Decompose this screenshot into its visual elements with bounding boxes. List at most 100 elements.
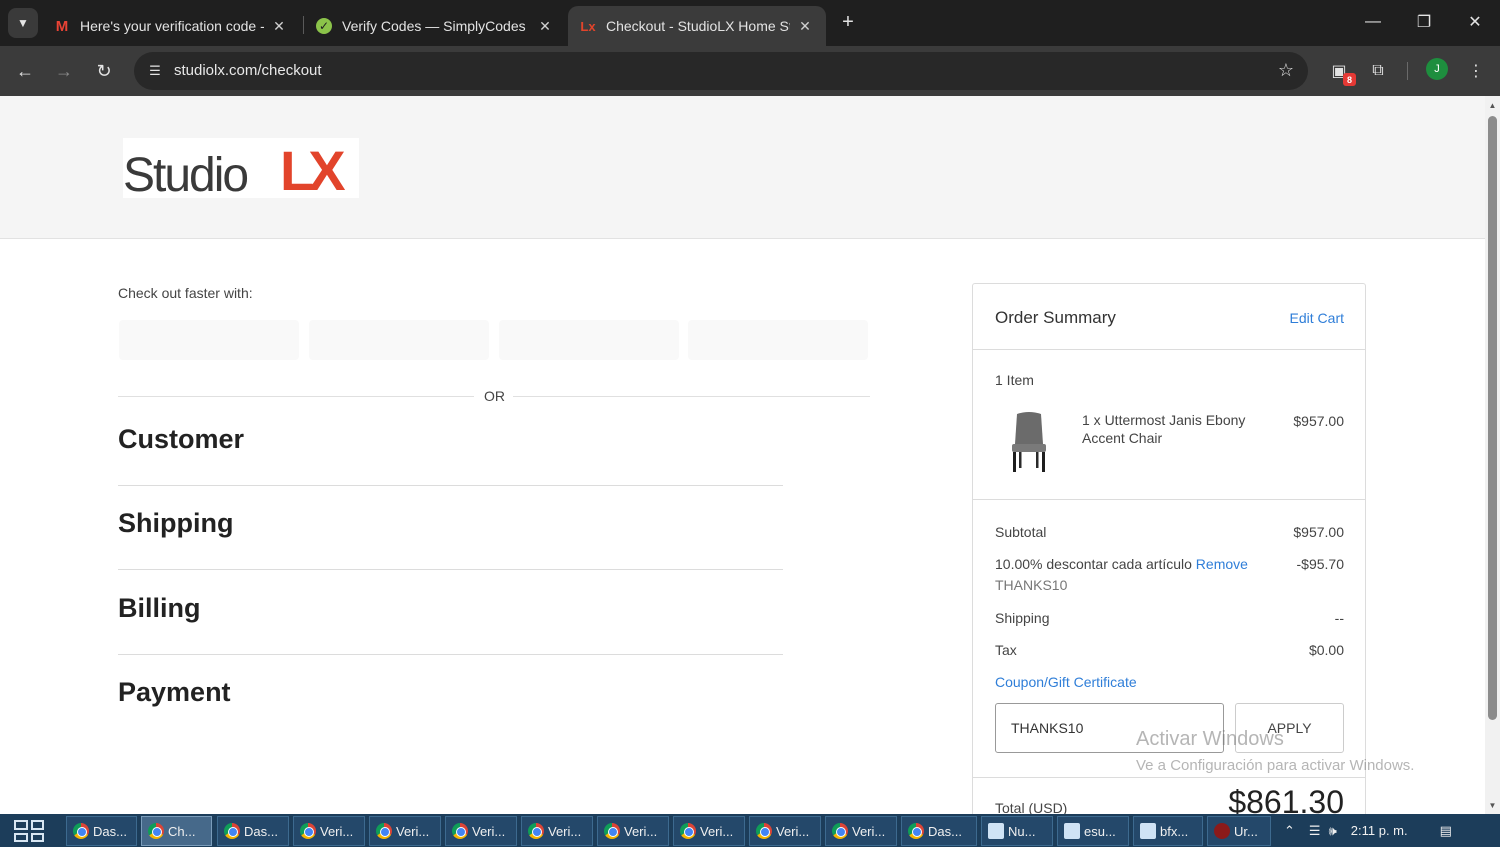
chrome-icon <box>604 823 620 839</box>
wallet-button-1[interactable] <box>119 320 299 360</box>
notifications-icon[interactable]: ▤ <box>1440 823 1452 839</box>
taskbar-app[interactable]: Ch... <box>141 816 212 846</box>
close-icon: ✕ <box>1468 14 1482 31</box>
taskbar-app[interactable]: Veri... <box>293 816 365 846</box>
discount-row: 10.00% descontar cada artículo Remove <box>995 556 1248 572</box>
taskbar-app[interactable]: Veri... <box>597 816 669 846</box>
taskbar-app[interactable]: Veri... <box>369 816 441 846</box>
discount-label: 10.00% descontar cada artículo <box>995 556 1192 572</box>
minimize-button[interactable]: — <box>1348 0 1398 44</box>
address-bar[interactable]: ☰ studiolx.com/checkout ☆ <box>134 52 1308 90</box>
subtotal-value: $957.00 <box>1293 524 1344 540</box>
profile-avatar[interactable]: J <box>1426 58 1448 80</box>
step-billing[interactable]: Billing <box>118 571 783 655</box>
restore-button[interactable]: ❐ <box>1399 0 1449 44</box>
taskbar-app-label: Veri... <box>548 823 582 839</box>
close-window-button[interactable]: ✕ <box>1450 0 1500 44</box>
taskbar-app-label: Das... <box>93 823 127 839</box>
taskbar-app[interactable]: Ur... <box>1207 816 1271 846</box>
browser-tab-strip: ▼ M Here's your verification code - j ✕ … <box>0 0 1500 46</box>
tab-title: Checkout - StudioLX Home Stor <box>606 18 790 34</box>
taskbar-app[interactable]: Veri... <box>445 816 517 846</box>
chrome-icon <box>452 823 468 839</box>
site-info-icon[interactable]: ☰ <box>142 58 168 84</box>
plus-icon: + <box>842 10 854 33</box>
close-icon[interactable]: ✕ <box>796 18 814 35</box>
chrome-icon <box>224 823 240 839</box>
extension-badge: 8 <box>1343 73 1356 86</box>
studiolx-logo[interactable]: Studio LX <box>123 138 359 202</box>
chevron-up-icon[interactable]: ⌃ <box>1284 823 1295 839</box>
remove-discount-link[interactable]: Remove <box>1196 556 1248 572</box>
taskbar-app[interactable]: Das... <box>901 816 977 846</box>
reload-button[interactable]: ↻ <box>89 56 119 86</box>
windows-activation-watermark: Activar Windows <box>1136 728 1284 750</box>
windows-grid-icon <box>14 832 28 842</box>
edit-cart-link[interactable]: Edit Cart <box>1290 310 1344 326</box>
tab-checkout[interactable]: Lx Checkout - StudioLX Home Stor ✕ <box>568 6 826 46</box>
taskbar-app[interactable]: Veri... <box>749 816 821 846</box>
taskbar-app[interactable]: Das... <box>66 816 137 846</box>
volume-icon[interactable]: 🕪 <box>1329 823 1337 839</box>
taskbar-app[interactable]: Veri... <box>673 816 745 846</box>
taskbar-app[interactable]: bfx... <box>1133 816 1203 846</box>
restore-icon: ❐ <box>1416 14 1432 31</box>
arrow-right-icon: → <box>55 60 73 81</box>
tab-simplycodes[interactable]: ✓ Verify Codes — SimplyCodes ✕ <box>304 6 566 46</box>
subtotal-label: Subtotal <box>995 524 1047 540</box>
shipping-value: -- <box>1334 610 1344 626</box>
chrome-icon <box>908 823 924 839</box>
step-title: Billing <box>118 593 201 623</box>
product-chair-image <box>1012 412 1046 472</box>
total-value: $861.30 <box>1228 784 1344 814</box>
taskbar-app-label: Veri... <box>776 823 810 839</box>
tab-gmail[interactable]: M Here's your verification code - j ✕ <box>42 6 300 46</box>
browser-menu-button[interactable]: ⋮ <box>1463 58 1489 84</box>
back-button[interactable]: ← <box>10 56 40 86</box>
scrollbar-thumb[interactable] <box>1488 116 1497 720</box>
logo-accent-text: LX <box>280 139 346 202</box>
chrome-icon <box>680 823 696 839</box>
system-tray: ⌃ ☰ 🕪 2:11 p. m. ▤ <box>1284 814 1452 847</box>
extension-button[interactable]: ▣ 8 <box>1326 58 1356 86</box>
order-items: 1 Item 1 x Uttermost Janis Ebony Accent … <box>973 350 1365 500</box>
taskbar-app-label: Ur... <box>1234 823 1258 839</box>
close-icon[interactable]: ✕ <box>536 18 554 35</box>
wallet-button-4[interactable] <box>688 320 868 360</box>
start-button[interactable] <box>14 820 44 842</box>
taskbar-app[interactable]: Nu... <box>981 816 1053 846</box>
taskbar-app[interactable]: Veri... <box>521 816 593 846</box>
wallet-button-3[interactable] <box>499 320 679 360</box>
coupon-link[interactable]: Coupon/Gift Certificate <box>995 674 1137 690</box>
taskbar-app-label: Veri... <box>472 823 506 839</box>
taskbar-app[interactable]: Das... <box>217 816 289 846</box>
wallet-button-2[interactable] <box>309 320 489 360</box>
close-icon[interactable]: ✕ <box>270 18 288 35</box>
extensions-menu-button[interactable]: ⧉ <box>1365 58 1391 84</box>
divider <box>118 396 474 397</box>
wifi-icon[interactable]: ☰ <box>1309 823 1321 839</box>
discount-code: THANKS10 <box>995 577 1068 593</box>
clock[interactable]: 2:11 p. m. <box>1351 823 1408 838</box>
step-shipping[interactable]: Shipping <box>118 486 783 570</box>
forward-button[interactable]: → <box>49 56 79 86</box>
step-payment[interactable]: Payment <box>118 655 783 739</box>
item-name: 1 x Uttermost Janis Ebony Accent Chair <box>1082 412 1246 446</box>
new-tab-button[interactable]: + <box>836 10 860 34</box>
url-text[interactable]: studiolx.com/checkout <box>174 62 322 79</box>
scroll-up-icon[interactable]: ▲ <box>1485 98 1500 112</box>
bookmark-star-icon[interactable]: ☆ <box>1278 60 1294 81</box>
total-label: Total (USD) <box>995 800 1068 814</box>
step-customer[interactable]: Customer <box>118 402 783 486</box>
taskbar-app[interactable]: Veri... <box>825 816 897 846</box>
page-scrollbar[interactable]: ▲ ▼ <box>1485 96 1500 814</box>
scroll-down-icon[interactable]: ▼ <box>1485 798 1500 812</box>
chrome-icon <box>300 823 316 839</box>
tax-value: $0.00 <box>1308 642 1344 658</box>
discount-value: -$95.70 <box>1296 556 1344 572</box>
tab-search-button[interactable]: ▼ <box>8 8 38 38</box>
notepad-icon <box>1064 823 1080 839</box>
divider <box>513 396 870 397</box>
taskbar-app[interactable]: esu... <box>1057 816 1129 846</box>
logo-main-text: Studio <box>123 149 249 202</box>
